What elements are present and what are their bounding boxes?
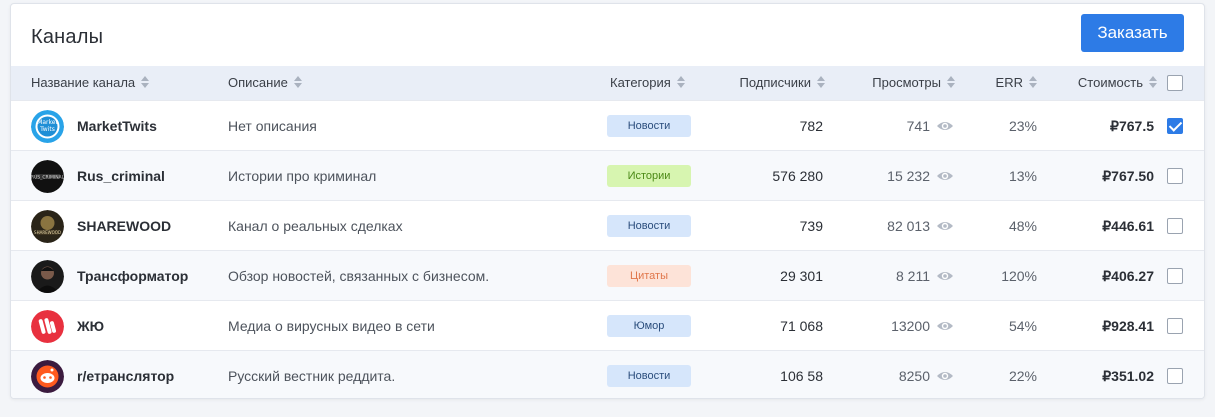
category-badge: Новости: [607, 115, 691, 137]
err-value: 54%: [1008, 318, 1037, 334]
column-header-description-label: Описание: [228, 75, 288, 90]
row-select-checkbox[interactable]: [1167, 268, 1183, 284]
select-all-checkbox[interactable]: [1167, 75, 1183, 91]
err-value: 22%: [1008, 368, 1037, 384]
subscribers-count: 739: [799, 218, 823, 234]
channels-card: Каналы Заказать Название канала Описание…: [10, 3, 1205, 399]
channel-description: Истории про криминал: [228, 168, 377, 184]
channel-description: Русский вестник реддита.: [228, 368, 396, 384]
column-header-name-label: Название канала: [31, 75, 136, 90]
avatar: [31, 260, 64, 293]
column-header-subscribers[interactable]: Подписчики: [711, 66, 825, 100]
row-select-checkbox[interactable]: [1167, 168, 1183, 184]
channel-description: Канал о реальных сделках: [228, 218, 403, 234]
subscribers-count: 29 301: [780, 268, 823, 284]
category-badge: Истории: [607, 165, 691, 187]
channel-name[interactable]: ЖЮ: [77, 301, 104, 351]
row-select-checkbox[interactable]: [1167, 318, 1183, 334]
price-value: ₽928.41: [1102, 318, 1154, 334]
category-badge: Новости: [607, 215, 691, 237]
avatar: [31, 360, 64, 393]
column-header-err-label: ERR: [995, 75, 1023, 90]
views-count: 8 211: [896, 268, 930, 284]
column-header-price-label: Стоимость: [1077, 75, 1143, 90]
table-row[interactable]: ЖЮ Медиа о вирусных видео в сети Юмор 71 06…: [11, 300, 1204, 350]
eye-icon: [936, 169, 954, 183]
table-row[interactable]: RUS_CRIMINAL Rus_criminal Истории про крим…: [11, 150, 1204, 200]
avatar: Market Twits: [31, 110, 64, 143]
price-value: ₽351.02: [1102, 368, 1154, 384]
views-count: 13200: [891, 318, 930, 334]
column-header-subscribers-label: Подписчики: [739, 75, 811, 90]
avatar: RUS_CRIMINAL: [31, 160, 64, 193]
subscribers-count: 576 280: [772, 168, 823, 184]
category-badge: Новости: [607, 365, 691, 387]
subscribers-count: 782: [799, 118, 823, 134]
err-value: 13%: [1008, 168, 1037, 184]
svg-text:SHAREWOOD: SHAREWOOD: [34, 230, 61, 235]
price-value: ₽767.50: [1102, 168, 1154, 184]
price-value: ₽446.61: [1102, 218, 1154, 234]
column-header-category[interactable]: Категория: [610, 66, 685, 100]
err-value: 120%: [1001, 268, 1037, 284]
subscribers-count: 71 068: [780, 318, 823, 334]
eye-icon: [936, 369, 954, 383]
sort-icon: [141, 76, 150, 88]
column-header-price[interactable]: Стоимость: [1051, 66, 1157, 100]
sort-icon: [817, 76, 825, 88]
row-select-checkbox[interactable]: [1167, 218, 1183, 234]
card-header: Каналы Заказать: [11, 4, 1204, 66]
order-button[interactable]: Заказать: [1081, 14, 1184, 52]
price-value: ₽767.5: [1110, 118, 1154, 134]
svg-text:Twits: Twits: [39, 126, 55, 133]
sort-icon: [1029, 76, 1037, 88]
channel-name[interactable]: MarketTwits: [77, 101, 157, 151]
views-count: 741: [906, 118, 930, 134]
sort-icon: [947, 76, 955, 88]
column-header-name[interactable]: Название канала: [31, 66, 150, 100]
table-row[interactable]: r/етранслятор Русский вестник реддита. Нов…: [11, 350, 1204, 398]
channel-description: Обзор новостей, связанных с бизнесом.: [228, 268, 490, 284]
subscribers-count: 106 58: [780, 368, 823, 384]
table-header: Название канала Описание Категория Подпи…: [11, 66, 1204, 100]
channel-description: Медиа о вирусных видео в сети: [228, 318, 435, 334]
table-row[interactable]: SHAREWOOD SHAREWOOD Канал о реальных сделк…: [11, 200, 1204, 250]
price-value: ₽406.27: [1102, 268, 1154, 284]
err-value: 48%: [1008, 218, 1037, 234]
sort-icon: [293, 76, 302, 88]
eye-icon: [936, 219, 954, 233]
views-count: 82 013: [887, 218, 930, 234]
channel-name[interactable]: r/етранслятор: [77, 351, 174, 398]
sort-icon: [1149, 76, 1157, 88]
column-header-err[interactable]: ERR: [971, 66, 1037, 100]
channel-name[interactable]: Трансформатор: [77, 251, 188, 301]
channel-name[interactable]: SHAREWOOD: [77, 201, 171, 251]
err-value: 23%: [1008, 118, 1037, 134]
views-count: 8250: [898, 368, 930, 384]
channel-name[interactable]: Rus_criminal: [77, 151, 165, 201]
sort-icon: [676, 76, 685, 88]
page-title: Каналы: [31, 26, 104, 48]
row-select-checkbox[interactable]: [1167, 368, 1183, 384]
avatar: [31, 310, 64, 343]
eye-icon: [936, 269, 954, 283]
column-header-views-label: Просмотры: [872, 75, 941, 90]
category-badge: Цитаты: [607, 265, 691, 287]
eye-icon: [936, 119, 954, 133]
column-header-description[interactable]: Описание: [228, 66, 302, 100]
column-header-views[interactable]: Просмотры: [841, 66, 955, 100]
category-badge: Юмор: [607, 315, 691, 337]
avatar: SHAREWOOD: [31, 210, 64, 243]
table-row[interactable]: Трансформатор Обзор новостей, связанных с…: [11, 250, 1204, 300]
svg-text:RUS_CRIMINAL: RUS_CRIMINAL: [31, 175, 64, 181]
eye-icon: [936, 319, 954, 333]
channel-description: Нет описания: [228, 118, 317, 134]
table-row[interactable]: Market Twits MarketTwits Нет описания Новост…: [11, 100, 1204, 150]
column-header-category-label: Категория: [610, 75, 671, 90]
row-select-checkbox[interactable]: [1167, 118, 1183, 134]
svg-text:Market: Market: [37, 119, 58, 126]
views-count: 15 232: [887, 168, 930, 184]
